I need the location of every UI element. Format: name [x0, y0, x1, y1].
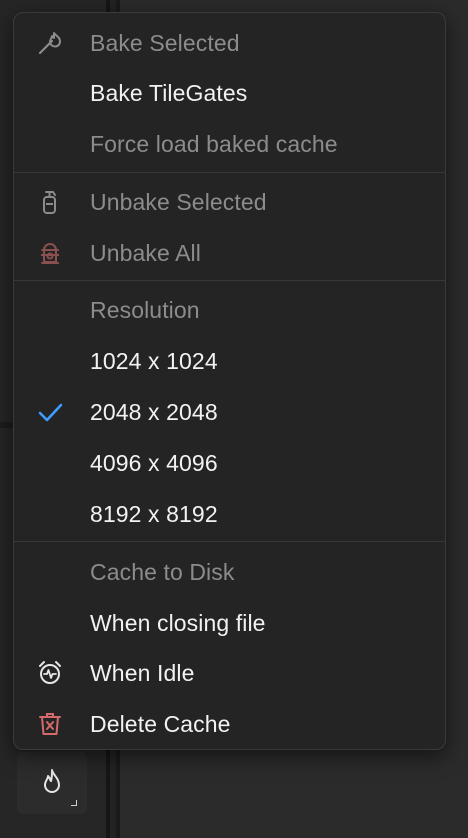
menu-divider — [14, 172, 445, 173]
menu-item-resolution-4096[interactable]: 4096 x 4096 — [14, 441, 445, 485]
bake-tool-button[interactable] — [17, 752, 87, 814]
menu-item-when-closing-file[interactable]: When closing file — [14, 601, 445, 645]
menu-item-resolution-8192[interactable]: 8192 x 8192 — [14, 492, 445, 536]
fire-hydrant-icon — [36, 239, 64, 267]
menu-item-label: Unbake Selected — [90, 188, 267, 215]
menu-item-unbake-all[interactable]: Unbake All — [14, 231, 445, 275]
trash-icon — [36, 710, 64, 738]
menu-item-label: Unbake All — [90, 239, 201, 266]
menu-item-label: 8192 x 8192 — [90, 500, 218, 527]
fire-extinguisher-icon — [36, 188, 64, 216]
menu-item-label: When closing file — [90, 609, 266, 636]
section-header-label: Resolution — [90, 296, 200, 323]
section-header-label: Cache to Disk — [90, 558, 235, 585]
menu-item-delete-cache[interactable]: Delete Cache — [14, 702, 445, 746]
menu-item-label: 4096 x 4096 — [90, 449, 218, 476]
menu-item-resolution-1024[interactable]: 1024 x 1024 — [14, 339, 445, 383]
resolution-header: Resolution — [14, 288, 445, 332]
menu-item-when-idle[interactable]: When Idle — [14, 651, 445, 695]
cache-to-disk-header: Cache to Disk — [14, 550, 445, 594]
menu-item-label: Bake Selected — [90, 29, 240, 56]
match-icon — [36, 29, 64, 57]
menu-item-bake-tilegates[interactable]: Bake TileGates — [14, 71, 445, 115]
menu-item-label: Bake TileGates — [90, 79, 248, 106]
menu-item-label: Delete Cache — [90, 710, 231, 737]
menu-item-bake-selected[interactable]: Bake Selected — [14, 21, 445, 65]
alarm-clock-icon — [36, 659, 64, 687]
menu-divider — [14, 280, 445, 281]
checkmark-icon — [36, 398, 64, 426]
menu-item-force-load-baked-cache[interactable]: Force load baked cache — [14, 122, 445, 166]
bake-context-menu: Bake Selected Bake TileGates Force load … — [13, 12, 446, 750]
flame-icon — [40, 767, 64, 800]
menu-item-label: 2048 x 2048 — [90, 398, 218, 425]
menu-item-resolution-2048[interactable]: 2048 x 2048 — [14, 390, 445, 434]
menu-item-unbake-selected[interactable]: Unbake Selected — [14, 180, 445, 224]
menu-item-label: When Idle — [90, 659, 195, 686]
menu-item-label: Force load baked cache — [90, 130, 338, 157]
menu-divider — [14, 541, 445, 542]
submenu-corner-indicator — [71, 800, 77, 806]
menu-item-label: 1024 x 1024 — [90, 347, 218, 374]
